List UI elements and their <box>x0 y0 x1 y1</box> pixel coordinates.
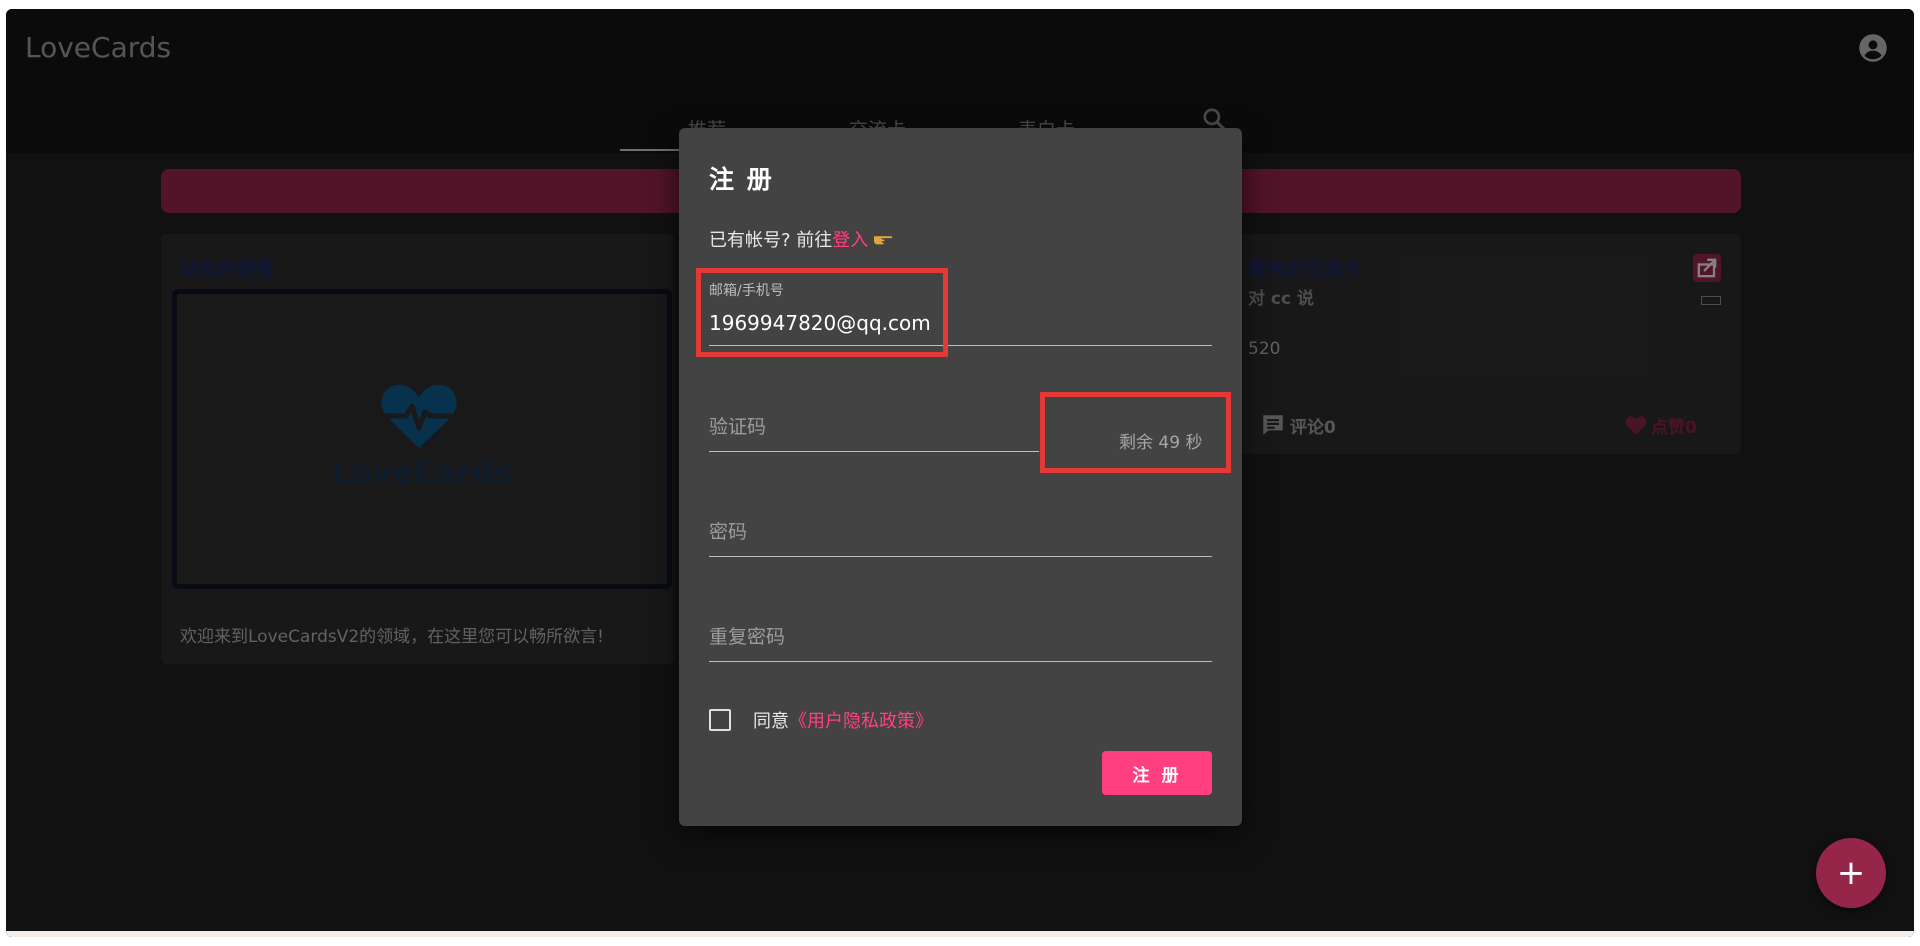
pointing-hand-icon <box>874 236 893 245</box>
password-field-underline <box>709 556 1212 557</box>
privacy-policy-link[interactable]: 《用户隐私政策》 <box>789 707 933 733</box>
app-window: LoveCards 推荐 交流卡 表白卡 站长的便签 LoveCards <box>6 9 1914 937</box>
verification-code-placeholder[interactable]: 验证码 <box>709 412 766 439</box>
agree-checkbox[interactable] <box>709 709 731 731</box>
agree-row: 同意 《用户隐私政策》 <box>709 707 933 733</box>
login-prompt: 已有帐号? 前往 登入 <box>709 226 894 252</box>
email-highlight-box <box>696 268 948 357</box>
add-card-button[interactable]: + <box>1816 838 1886 908</box>
password-placeholder[interactable]: 密码 <box>709 517 747 544</box>
countdown-highlight-box <box>1040 392 1231 473</box>
repeat-password-field[interactable]: 重复密码 <box>709 594 1212 662</box>
agree-text: 同意 <box>753 711 789 732</box>
plus-icon: + <box>1836 853 1866 893</box>
login-prompt-text: 已有帐号? 前往 <box>709 230 833 251</box>
verification-code-underline <box>709 451 1039 452</box>
window-bottom-strip <box>6 931 1914 937</box>
register-button[interactable]: 注 册 <box>1102 751 1212 795</box>
password-field[interactable]: 密码 <box>709 489 1212 557</box>
login-link[interactable]: 登入 <box>832 226 868 252</box>
repeat-password-placeholder[interactable]: 重复密码 <box>709 622 785 649</box>
register-dialog: 注 册 已有帐号? 前往 登入 邮箱/手机号 1969947820@qq.com… <box>679 128 1242 826</box>
repeat-password-field-underline <box>709 661 1212 662</box>
dialog-title: 注 册 <box>709 165 774 194</box>
